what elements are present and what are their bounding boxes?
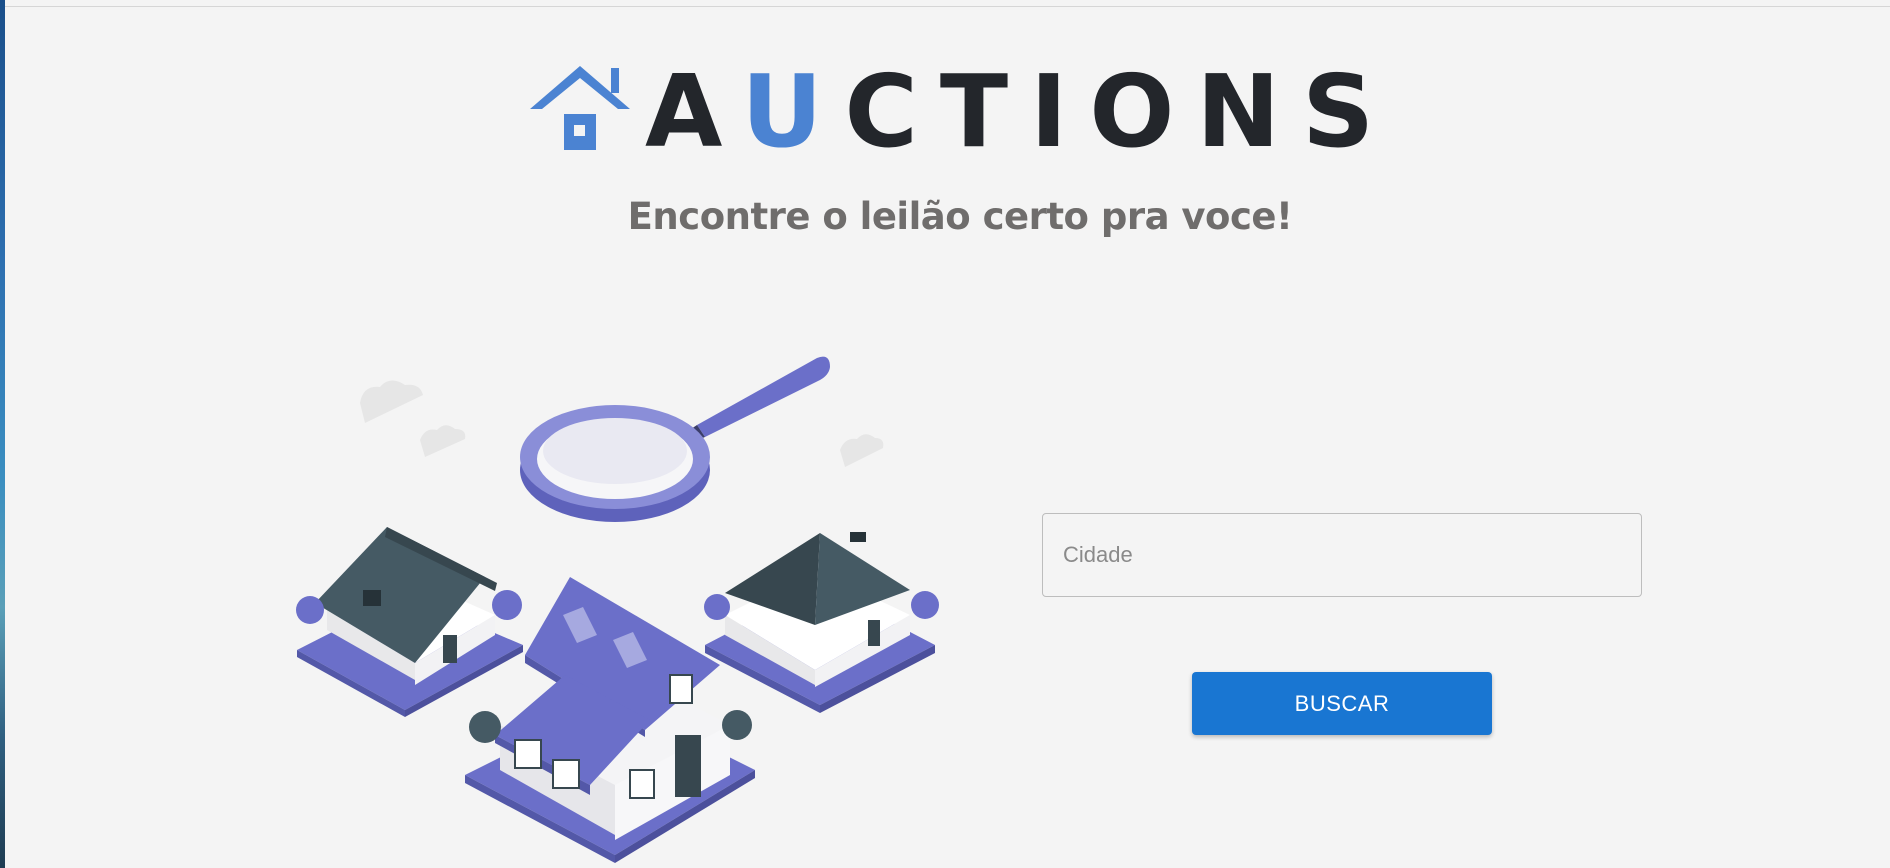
houses-illustration — [296, 356, 939, 863]
logo-letter: T — [939, 53, 1031, 170]
top-divider — [5, 6, 1890, 7]
logo-letter: I — [1030, 53, 1090, 170]
logo-letter: A — [645, 53, 742, 170]
auctions-logo: AUCTIONS — [530, 62, 1374, 162]
city-input[interactable] — [1042, 513, 1642, 597]
desktop-edge-strip — [0, 0, 5, 868]
house-right — [704, 532, 939, 713]
house-icon — [530, 66, 630, 150]
logo-letter: S — [1302, 53, 1397, 170]
logo-letter: O — [1089, 53, 1197, 170]
search-panel: BUSCAR — [1042, 513, 1642, 735]
logo-letter-highlight: U — [741, 53, 845, 170]
search-button[interactable]: BUSCAR — [1192, 672, 1492, 735]
page-tagline: Encontre o leilão certo pra voce! — [627, 195, 1293, 238]
logo-letter: N — [1196, 53, 1303, 170]
logo-wordmark: AUCTIONS — [645, 62, 1396, 162]
logo-letter: C — [844, 53, 940, 170]
magnifier-icon — [520, 356, 830, 522]
house-left — [296, 527, 523, 717]
